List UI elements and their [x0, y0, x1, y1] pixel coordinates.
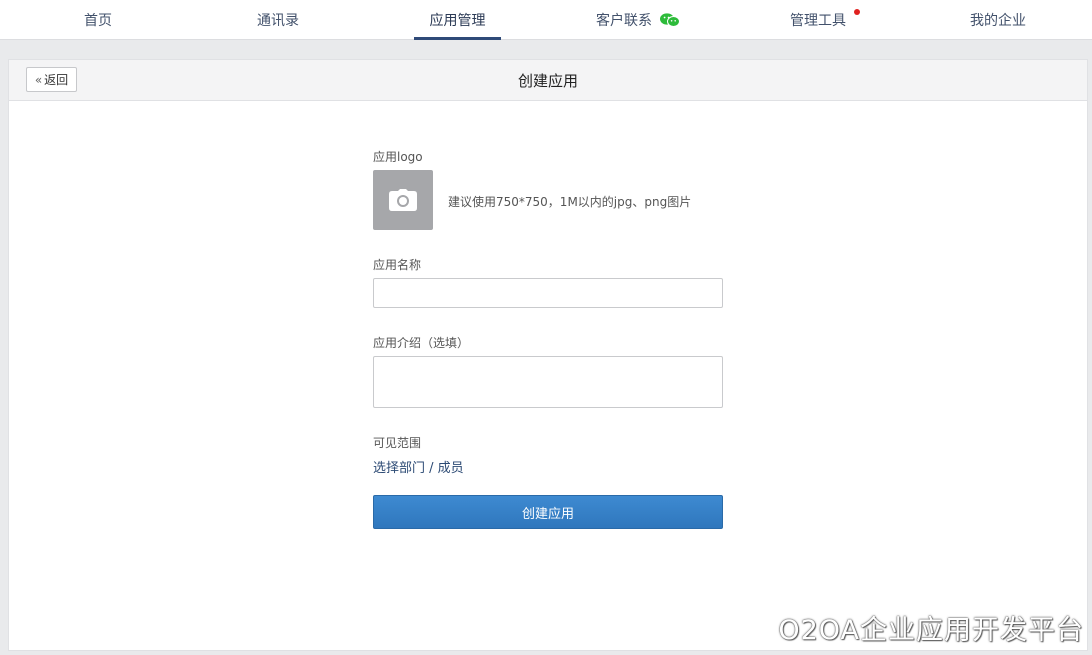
app-name-label: 应用名称	[373, 258, 422, 272]
create-app-button-label: 创建应用	[521, 506, 574, 522]
nav-item-label: 应用管理	[429, 12, 486, 29]
back-button[interactable]: « 返回	[26, 67, 77, 92]
app-intro-label: 应用介绍（选填）	[373, 336, 470, 350]
create-app-button[interactable]: 创建应用	[373, 495, 723, 529]
nav-item-label: 首页	[84, 12, 112, 29]
create-app-card: 创建应用 « 返回 应用logo 建议使用750*750，1M以内的jpg、pn…	[8, 59, 1088, 651]
top-nav: 首页 通讯录 应用管理 客户联系 管理工具 我的企业	[0, 0, 1092, 40]
notification-dot	[854, 9, 860, 15]
watermark: O2OA企业应用开发平台	[778, 615, 1084, 646]
nav-item-label: 客户联系	[596, 12, 652, 29]
back-button-label: 返回	[44, 73, 69, 87]
nav-item-contacts[interactable]: 通讯录	[238, 0, 318, 39]
nav-item-customer-contact[interactable]: 客户联系	[592, 0, 684, 39]
nav-item-app-management[interactable]: 应用管理	[414, 0, 501, 40]
logo-label: 应用logo	[373, 150, 423, 164]
nav-item-label: 我的企业	[970, 12, 1026, 29]
double-chevron-left-icon: «	[34, 72, 43, 87]
logo-hint: 建议使用750*750，1M以内的jpg、png图片	[448, 195, 692, 209]
nav-item-label: 通讯录	[257, 12, 299, 29]
page-title: 创建应用	[517, 71, 578, 90]
app-intro-textarea[interactable]	[373, 356, 723, 408]
card-header: 创建应用 « 返回	[9, 60, 1087, 101]
wechat-icon	[660, 12, 680, 27]
select-departments-members-link[interactable]: 选择部门 / 成员	[373, 457, 464, 476]
active-tab-indicator	[414, 37, 501, 40]
nav-item-home[interactable]: 首页	[58, 0, 138, 39]
camera-icon	[389, 189, 417, 211]
app-name-input[interactable]	[373, 278, 723, 308]
nav-item-admin-tools[interactable]: 管理工具	[782, 0, 860, 39]
nav-item-my-enterprise[interactable]: 我的企业	[962, 0, 1034, 39]
visibility-scope-label: 可见范围	[373, 436, 422, 450]
logo-upload[interactable]	[373, 170, 433, 230]
nav-item-label: 管理工具	[790, 12, 846, 29]
